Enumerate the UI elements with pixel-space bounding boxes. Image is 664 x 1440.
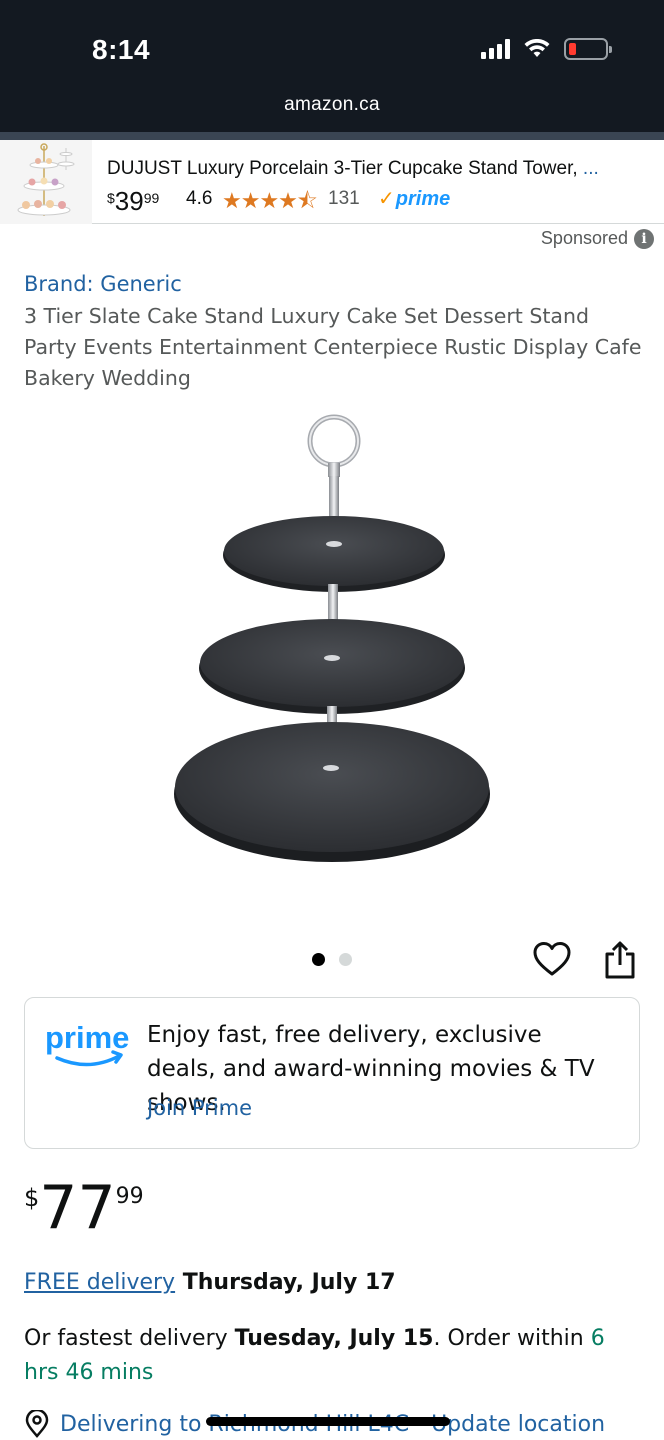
status-icons	[481, 38, 612, 60]
sponsored-product-title[interactable]: DUJUST Luxury Porcelain 3-Tier Cupcake S…	[107, 158, 647, 180]
battery-icon	[564, 38, 612, 60]
sponsored-product-rating: 4.6	[186, 188, 213, 209]
prime-badge: ✓prime	[378, 188, 451, 210]
browser-url[interactable]: amazon.ca	[0, 94, 664, 116]
product-price: $7799	[24, 1173, 144, 1243]
location-pin-icon	[25, 1410, 49, 1438]
status-bar: 8:14 amazon.ca	[0, 0, 664, 132]
home-indicator[interactable]	[206, 1417, 450, 1426]
sponsored-product-thumbnail[interactable]	[0, 140, 92, 224]
carousel-dot-1[interactable]	[312, 953, 325, 966]
title-ellipsis: ...	[582, 158, 599, 179]
sponsored-product-price: $3999	[107, 186, 160, 216]
toolbar-divider	[0, 132, 664, 140]
cellular-signal-icon	[481, 39, 510, 59]
wifi-icon	[524, 39, 550, 57]
info-icon[interactable]: i	[634, 228, 654, 249]
fastest-delivery-date: Tuesday, July 15	[234, 1326, 434, 1351]
heart-icon[interactable]	[532, 940, 572, 980]
image-carousel-indicator[interactable]	[312, 953, 352, 966]
join-prime-link[interactable]: Join Prime	[147, 1096, 252, 1120]
free-delivery-link[interactable]: FREE delivery	[24, 1270, 175, 1295]
carousel-dot-2[interactable]	[339, 953, 352, 966]
free-delivery-info: FREE delivery Thursday, July 17	[24, 1270, 396, 1295]
sponsored-review-count: 131	[328, 188, 360, 209]
status-time: 8:14	[92, 34, 151, 65]
prime-logo: prime	[45, 1020, 129, 1067]
update-location-link[interactable]: Update location	[431, 1412, 605, 1437]
sponsored-label[interactable]: Sponsored i	[541, 228, 654, 249]
fastest-delivery-info: Or fastest delivery Tuesday, July 15. Or…	[24, 1326, 605, 1385]
sponsored-product-banner[interactable]: DUJUST Luxury Porcelain 3-Tier Cupcake S…	[0, 140, 664, 224]
product-image[interactable]	[160, 410, 510, 880]
prime-promo-card[interactable]: prime Enjoy fast, free delivery, exclusi…	[24, 997, 640, 1149]
prime-logo-text: prime	[45, 1020, 129, 1055]
brand-link[interactable]: Brand: Generic	[24, 272, 182, 296]
star-rating-icon: ★★★★⯪	[222, 188, 318, 213]
share-icon[interactable]	[602, 940, 638, 980]
product-title: 3 Tier Slate Cake Stand Luxury Cake Set …	[24, 304, 642, 390]
prime-check-icon: ✓	[378, 188, 395, 210]
free-delivery-date: Thursday, July 17	[175, 1270, 396, 1295]
